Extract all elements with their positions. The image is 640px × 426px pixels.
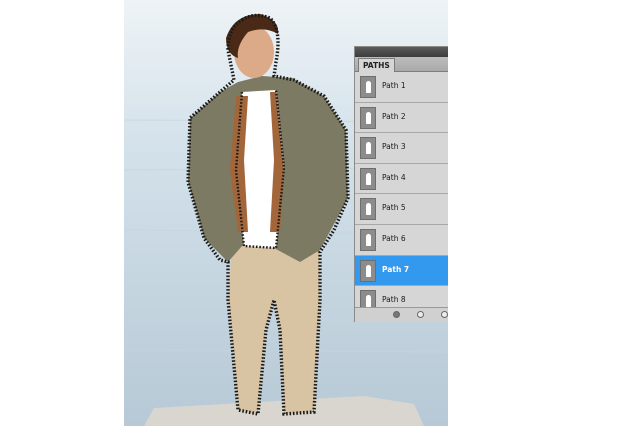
load-selection-icon[interactable] xyxy=(441,311,448,318)
path-row-2[interactable]: Path 2 xyxy=(355,102,448,134)
path-row-6[interactable]: Path 6 xyxy=(355,224,448,256)
path-thumbnail xyxy=(360,137,376,160)
path-thumbnail xyxy=(360,167,376,190)
path-row-4[interactable]: Path 4 xyxy=(355,163,448,195)
path-label: Path 3 xyxy=(382,142,406,152)
path-label: Path 1 xyxy=(382,81,406,90)
path-thumbnail xyxy=(360,198,376,221)
path-row-1[interactable]: Path 1 xyxy=(355,72,448,103)
path-label: Path 2 xyxy=(382,111,406,121)
path-row-7[interactable]: Path 7 xyxy=(355,255,448,287)
path-thumbnail xyxy=(360,76,376,98)
path-list: Path 1 Path 2 Path 3 Path 4 Path 5 Path … xyxy=(355,72,448,317)
path-label: Path 5 xyxy=(382,203,406,213)
panel-footer xyxy=(355,307,448,322)
paths-panel: PATHS Path 1 Path 2 Path 3 Path 4 Path 5… xyxy=(354,46,448,322)
path-label: Path 4 xyxy=(382,172,406,182)
path-label: Path 7 xyxy=(382,264,410,274)
path-row-5[interactable]: Path 5 xyxy=(355,194,448,225)
path-thumbnail xyxy=(360,259,376,282)
path-row-3[interactable]: Path 3 xyxy=(355,133,448,164)
path-thumbnail xyxy=(360,228,376,251)
path-label: Path 6 xyxy=(382,233,406,243)
fill-path-icon[interactable] xyxy=(393,311,400,318)
path-thumbnail xyxy=(360,106,376,129)
panel-tab-bar: PATHS xyxy=(355,57,448,72)
panel-title-bar[interactable] xyxy=(355,47,448,57)
stroke-path-icon[interactable] xyxy=(417,311,424,318)
tab-paths[interactable]: PATHS xyxy=(358,58,395,72)
